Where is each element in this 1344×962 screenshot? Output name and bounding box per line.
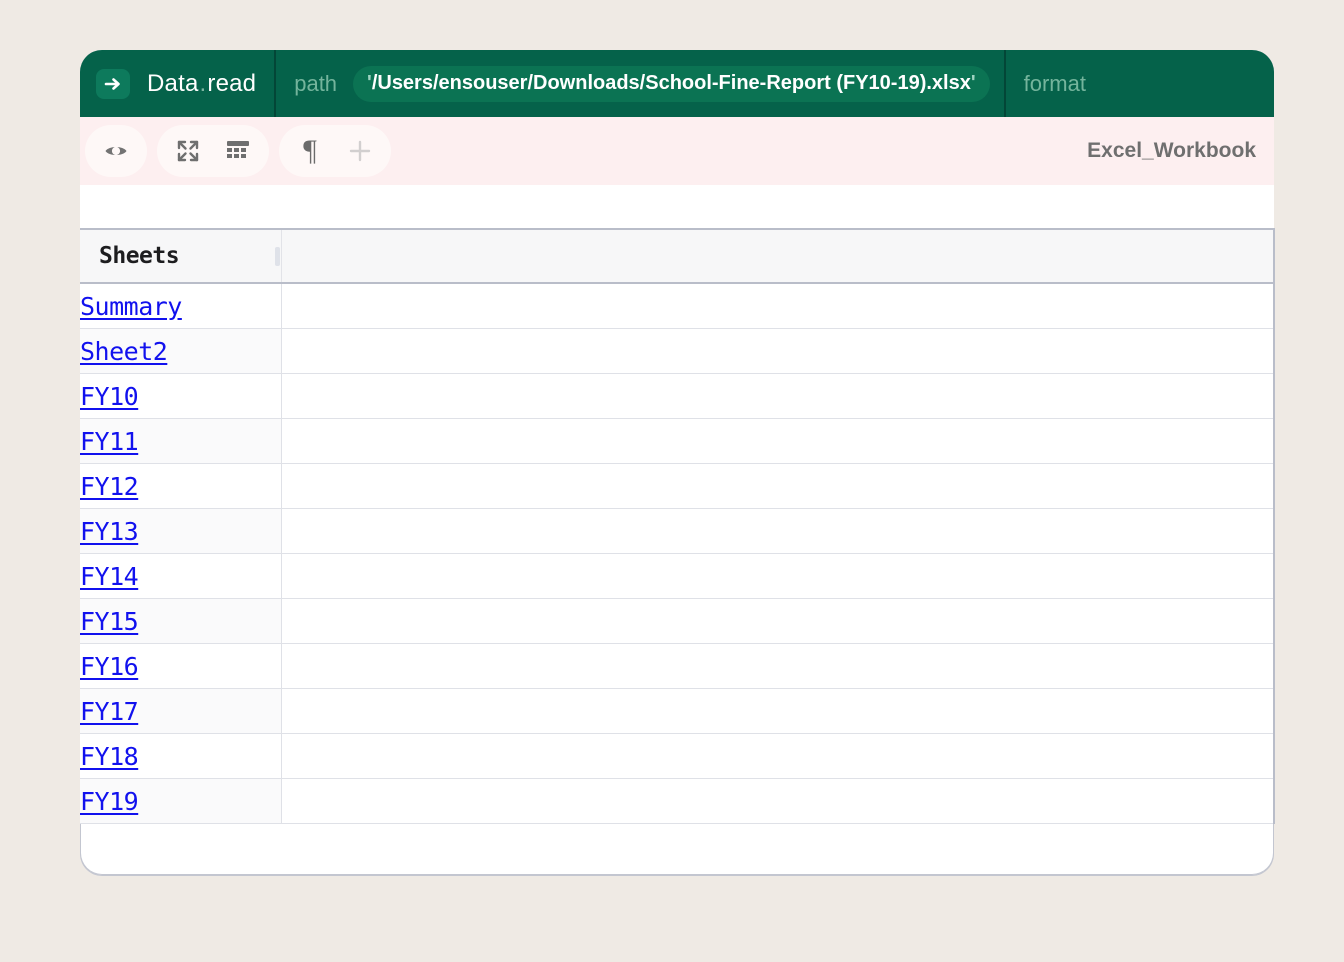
sheet-link[interactable]: FY13 — [80, 517, 139, 546]
row-filler — [281, 373, 1275, 419]
table-row[interactable]: FY11 — [80, 418, 1275, 464]
result-toolbar: ¶ Excel_Workbook — [80, 117, 1274, 185]
toolbar-group-view — [85, 125, 147, 177]
sheet-link[interactable]: FY18 — [80, 742, 139, 771]
sheet-link[interactable]: FY17 — [80, 697, 139, 726]
sheets-table: Sheets Summary Sheet2 FY10 FY11 FY12 FY1… — [80, 228, 1275, 824]
function-signature-bar: Data.read path '/Users/ensouser/Download… — [80, 50, 1274, 117]
toolbar-group-text: ¶ — [279, 125, 391, 177]
row-filler — [281, 688, 1275, 734]
row-filler — [281, 328, 1275, 374]
sheet-cell[interactable]: FY13 — [80, 508, 282, 554]
row-filler — [281, 463, 1275, 509]
sheet-cell[interactable]: FY18 — [80, 733, 282, 779]
sheet-cell[interactable]: Summary — [80, 283, 282, 329]
arg-path-value[interactable]: '/Users/ensouser/Downloads/School-Fine-R… — [353, 65, 990, 102]
sheet-cell[interactable]: FY15 — [80, 598, 282, 644]
sheet-link[interactable]: FY16 — [80, 652, 139, 681]
table-row[interactable]: FY12 — [80, 463, 1275, 509]
sheet-cell[interactable]: FY12 — [80, 463, 282, 509]
sheet-link[interactable]: FY10 — [80, 382, 139, 411]
row-filler — [281, 778, 1275, 824]
arrow-right-icon — [96, 68, 130, 99]
column-resize-handle[interactable] — [274, 247, 280, 266]
row-filler — [281, 643, 1275, 689]
expand-icon[interactable] — [163, 126, 213, 176]
sheet-cell[interactable]: FY16 — [80, 643, 282, 689]
sheet-cell[interactable]: FY17 — [80, 688, 282, 734]
eye-icon[interactable] — [91, 126, 141, 176]
function-namespace: Data — [147, 69, 199, 97]
sheets-table-wrapper: Sheets Summary Sheet2 FY10 FY11 FY12 FY1… — [80, 228, 1275, 824]
table-row[interactable]: FY17 — [80, 688, 1275, 734]
table-row[interactable]: FY10 — [80, 373, 1275, 419]
arg-path-value-text: /Users/ensouser/Downloads/School-Fine-Re… — [371, 71, 971, 94]
sheets-table-body: Summary Sheet2 FY10 FY11 FY12 FY13 FY14 … — [80, 283, 1275, 824]
table-row[interactable]: FY18 — [80, 733, 1275, 779]
quote-close: ' — [970, 71, 976, 94]
content-gap — [80, 185, 1274, 228]
sheet-link[interactable]: FY14 — [80, 562, 139, 591]
table-header-row: Sheets — [80, 228, 1275, 284]
arg-format-group[interactable]: format — [1006, 50, 1100, 117]
column-header-label: Sheets — [99, 243, 180, 269]
sheet-link[interactable]: FY12 — [80, 472, 139, 501]
function-label: Data.read — [147, 70, 256, 98]
function-name-group[interactable]: Data.read — [80, 50, 274, 117]
sheet-link[interactable]: FY11 — [80, 427, 139, 456]
sheet-cell[interactable]: Sheet2 — [80, 328, 282, 374]
plus-icon[interactable] — [335, 126, 385, 176]
column-header-sheets[interactable]: Sheets — [80, 228, 282, 284]
table-row[interactable]: Summary — [80, 283, 1275, 329]
arg-path-group[interactable]: path '/Users/ensouser/Downloads/School-F… — [276, 50, 1003, 117]
arg-path-key: path — [294, 70, 338, 96]
column-header-filler — [281, 228, 1275, 284]
sheet-link[interactable]: FY15 — [80, 607, 139, 636]
sheet-cell[interactable]: FY19 — [80, 778, 282, 824]
row-filler — [281, 598, 1275, 644]
result-type-label: Excel_Workbook — [1087, 139, 1256, 162]
sheet-link[interactable]: Sheet2 — [80, 337, 168, 366]
pilcrow-glyph: ¶ — [303, 134, 317, 167]
sheet-cell[interactable]: FY11 — [80, 418, 282, 464]
row-filler — [281, 733, 1275, 779]
row-filler — [281, 283, 1275, 329]
sheet-cell[interactable]: FY10 — [80, 373, 282, 419]
row-filler — [281, 418, 1275, 464]
row-filler — [281, 508, 1275, 554]
table-icon[interactable] — [213, 126, 263, 176]
sheet-link[interactable]: FY19 — [80, 787, 139, 816]
sheet-link[interactable]: Summary — [80, 292, 182, 321]
row-filler — [281, 553, 1275, 599]
arg-format-key: format — [1023, 70, 1086, 96]
table-row[interactable]: FY13 — [80, 508, 1275, 554]
toolbar-group-layout — [157, 125, 269, 177]
pilcrow-icon[interactable]: ¶ — [285, 126, 335, 176]
table-row[interactable]: FY19 — [80, 778, 1275, 824]
table-row[interactable]: Sheet2 — [80, 328, 1275, 374]
function-method: read — [207, 69, 257, 97]
table-row[interactable]: FY15 — [80, 598, 1275, 644]
table-row[interactable]: FY16 — [80, 643, 1275, 689]
sheet-cell[interactable]: FY14 — [80, 553, 282, 599]
table-row[interactable]: FY14 — [80, 553, 1275, 599]
